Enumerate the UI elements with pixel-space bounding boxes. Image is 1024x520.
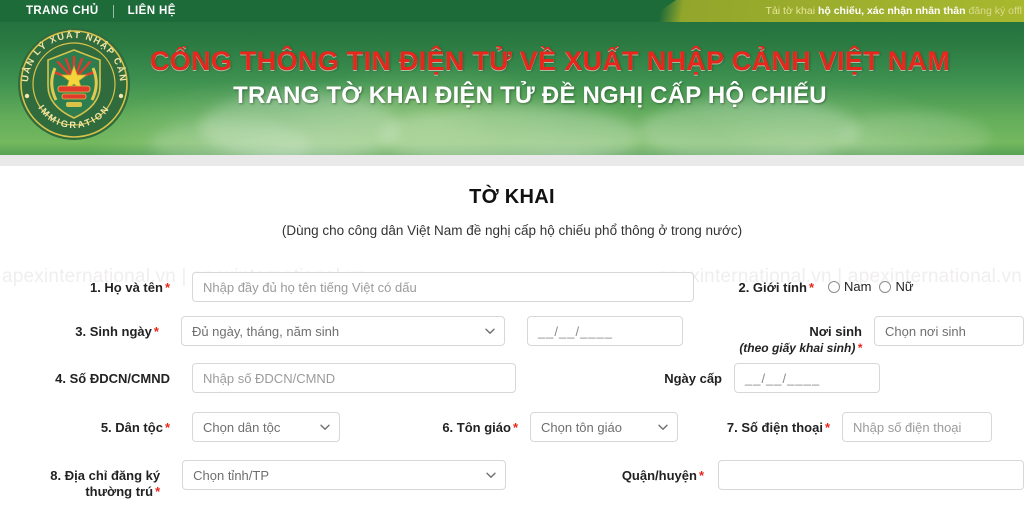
religion-select[interactable]: Chọn tôn giáo: [530, 412, 678, 442]
fullname-label-text: 1. Họ và tên: [89, 280, 163, 295]
religion-required-mark: *: [512, 420, 518, 435]
page-title: TỜ KHAI: [469, 186, 555, 208]
site-header: TRANG CHỦ LIÊN HỆ Tải tờ khai hộ chiếu, …: [0, 0, 1024, 155]
birthplace-label-text: Nơi sinh: [809, 324, 862, 339]
idnumber-label-text: 4. Số ĐDCN/CMND: [55, 371, 170, 386]
form-row-2: 3. Sinh ngày * Đủ ngày, tháng, năm sinh _…: [0, 316, 1024, 363]
announcement-ticker[interactable]: Tải tờ khai hộ chiếu, xác nhận nhân thân…: [644, 0, 1024, 22]
district-label-text: Quận/huyện: [621, 468, 697, 483]
address-required-mark: *: [155, 484, 161, 499]
gender-female-label: Nữ: [895, 279, 914, 294]
chevron-down-icon: [485, 469, 497, 481]
chevron-down-icon: [657, 421, 669, 433]
ethnicity-required-mark: *: [164, 420, 170, 435]
gender-male-label: Nam: [844, 279, 872, 294]
birthdate-control: Đủ ngày, tháng, năm sinh __/__/____: [180, 316, 683, 346]
district-input[interactable]: [718, 460, 1024, 490]
ticker-suffix: đăng ký offl: [968, 5, 1022, 17]
religion-control: Chọn tôn giáo: [530, 412, 678, 442]
idnumber-control: [192, 363, 516, 393]
phone-label-text: 7. Số điện thoại: [726, 420, 823, 435]
address-control: Chọn tỉnh/TP: [182, 460, 507, 490]
birthdate-required-mark: *: [153, 324, 159, 339]
cloud-decoration: [840, 112, 990, 155]
issuedate-date-input[interactable]: __/__/____: [734, 363, 880, 393]
gender-label: 2. Giới tính *: [704, 272, 814, 296]
birthdate-type-value: Đủ ngày, tháng, năm sinh: [191, 323, 340, 339]
passport-declaration-page: TRANG CHỦ LIÊN HỆ Tải tờ khai hộ chiếu, …: [0, 0, 1024, 520]
birthdate-date-input[interactable]: __/__/____: [526, 316, 683, 346]
birthplace-control: Chọn nơi sinh: [874, 316, 1024, 346]
gender-radio-group: Nam Nữ: [828, 272, 914, 294]
form-row-3: 4. Số ĐDCN/CMND Ngày cấp __/__/____: [0, 363, 1024, 412]
district-control: [718, 460, 1024, 490]
district-label: Quận/huyện *: [572, 460, 704, 484]
ethnicity-label: 5. Dân tộc *: [0, 412, 170, 436]
cloud-decoration: [380, 105, 640, 155]
form-row-1: 1. Họ và tên* 2. Giới tính* Nam Nữ: [0, 272, 1024, 316]
address-label-text2: thường trú: [85, 484, 154, 499]
form-row-4: 5. Dân tộc* Chọn dân tộc 6. Tôn giáo*: [0, 412, 1024, 460]
portal-subtitle: TRANG TỜ KHAI ĐIỆN TỬ ĐỀ NGHỊ CẤP HỘ CHI…: [233, 82, 827, 109]
province-select[interactable]: Chọn tỉnh/TP: [182, 460, 507, 490]
page-subtitle: (Dùng cho công dân Việt Nam đề nghị cấp …: [281, 223, 743, 238]
birthplace-select[interactable]: Chọn nơi sinh: [874, 316, 1024, 346]
fullname-control: [192, 272, 694, 302]
address-label: 8. Địa chỉ đăng ký thường trú *: [0, 460, 160, 500]
ethnicity-label-text: 5. Dân tộc: [100, 420, 163, 435]
form-body: TỜ KHAI (Dùng cho công dân Việt Nam đề n…: [0, 166, 1024, 520]
ticker-prefix: Tải tờ khai: [765, 5, 818, 17]
ticker-text: Tải tờ khai hộ chiếu, xác nhận nhân thân…: [766, 0, 1022, 22]
chevron-down-icon: [319, 421, 331, 433]
religion-label: 6. Tôn giáo *: [398, 412, 518, 436]
nav-item-contact[interactable]: LIÊN HỆ: [114, 0, 190, 22]
birthplace-value: Chọn nơi sinh: [885, 323, 966, 339]
gender-required-mark: *: [808, 280, 814, 295]
religion-value: Chọn tôn giáo: [541, 419, 622, 435]
issuedate-label-text: Ngày cấp: [664, 371, 722, 386]
chevron-down-icon: [484, 325, 496, 337]
issuedate-control: __/__/____: [734, 363, 880, 393]
address-label-line2-wrap: thường trú *: [0, 484, 160, 500]
idnumber-input[interactable]: [192, 363, 516, 393]
birthplace-required-mark: *: [857, 341, 862, 355]
immigration-emblem-logo: QUẢN LÝ XUẤT NHẬP CẢNH IMMIGRATION: [14, 24, 134, 144]
header-title-block: CỔNG THÔNG TIN ĐIỆN TỬ VỀ XUẤT NHẬP CẢNH…: [150, 44, 951, 111]
gender-label-text: 2. Giới tính: [738, 280, 807, 295]
birthplace-label: Nơi sinh (theo giấy khai sinh) *: [705, 316, 862, 356]
fullname-input[interactable]: [192, 272, 694, 302]
gender-option-male[interactable]: Nam: [828, 279, 871, 294]
address-label-text: 8. Địa chỉ đăng ký: [50, 468, 161, 483]
birthdate-label: 3. Sinh ngày *: [0, 316, 159, 340]
radio-icon: [879, 280, 892, 293]
phone-control: [842, 412, 992, 442]
declaration-form: 1. Họ và tên* 2. Giới tính* Nam Nữ: [0, 272, 1024, 510]
birthplace-note: (theo giấy khai sinh) *: [705, 340, 862, 356]
fullname-required-mark: *: [164, 280, 170, 295]
idnumber-label: 4. Số ĐDCN/CMND: [0, 363, 170, 387]
phone-required-mark: *: [824, 420, 830, 435]
birthdate-type-select[interactable]: Đủ ngày, tháng, năm sinh: [180, 316, 505, 346]
portal-title: CỔNG THÔNG TIN ĐIỆN TỬ VỀ XUẤT NHẬP CẢNH…: [150, 46, 951, 76]
birthplace-note-text: (theo giấy khai sinh): [739, 341, 856, 355]
religion-label-text: 6. Tôn giáo: [442, 420, 511, 435]
form-row-5: 8. Địa chỉ đăng ký thường trú * Chọn tỉnh…: [0, 460, 1024, 510]
header-underbar: [0, 155, 1024, 166]
gender-option-female[interactable]: Nữ: [879, 279, 914, 294]
province-value: Chọn tỉnh/TP: [193, 467, 269, 483]
phone-label: 7. Số điện thoại *: [704, 412, 830, 436]
phone-input[interactable]: [842, 412, 992, 442]
district-required-mark: *: [698, 468, 704, 483]
ethnicity-value: Chọn dân tộc: [203, 419, 281, 435]
ethnicity-control: Chọn dân tộc: [192, 412, 340, 442]
issuedate-label: Ngày cấp: [582, 363, 722, 387]
birthdate-label-text: 3. Sinh ngày: [75, 324, 152, 339]
ticker-highlight: hộ chiếu, xác nhận nhân thân: [817, 5, 969, 17]
fullname-label: 1. Họ và tên *: [0, 272, 170, 296]
ethnicity-select[interactable]: Chọn dân tộc: [192, 412, 340, 442]
radio-icon: [828, 280, 840, 293]
nav-item-home[interactable]: TRANG CHỦ: [12, 0, 113, 22]
